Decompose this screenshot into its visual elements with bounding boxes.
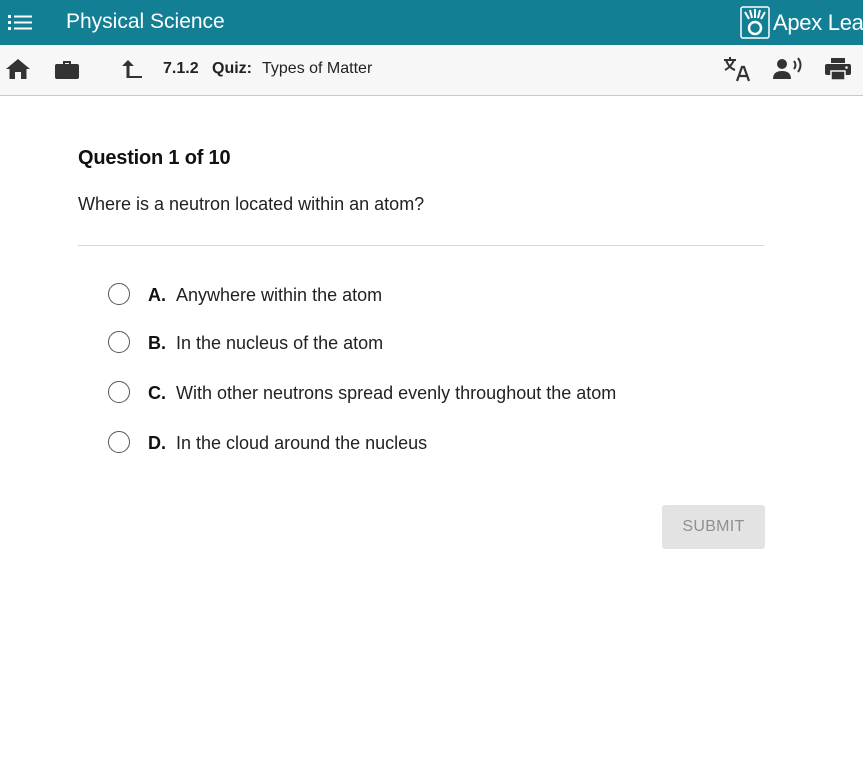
option-text: Anywhere within the atom	[176, 285, 383, 305]
home-icon[interactable]	[5, 57, 31, 81]
apex-logo-icon	[740, 6, 770, 39]
option-letter: A.	[148, 285, 166, 305]
lesson-name: Types of Matter	[262, 60, 373, 77]
print-icon[interactable]	[824, 57, 852, 81]
top-header: Physical Science Apex Lear	[0, 0, 863, 45]
option-letter: B.	[148, 333, 166, 353]
lesson-type: Quiz:	[212, 60, 252, 77]
submit-button[interactable]: SUBMIT	[662, 505, 765, 549]
option-letter: D.	[148, 433, 166, 453]
read-aloud-icon[interactable]	[772, 57, 804, 81]
up-arrow-icon[interactable]	[120, 57, 144, 81]
list-menu-icon[interactable]	[8, 12, 32, 32]
course-title: Physical Science	[66, 10, 225, 33]
divider	[78, 245, 764, 246]
radio-button[interactable]	[108, 431, 130, 453]
apex-logo[interactable]: Apex Lear	[740, 6, 863, 39]
question-text: Where is a neutron located within an ato…	[78, 194, 425, 214]
option-text: In the nucleus of the atom	[176, 333, 384, 353]
option-text: In the cloud around the nucleus	[176, 433, 428, 453]
lesson-number: 7.1.2	[163, 60, 199, 77]
logo-text: Apex Lear	[773, 10, 863, 35]
option-letter: C.	[148, 383, 166, 403]
briefcase-icon[interactable]	[54, 57, 80, 81]
radio-button[interactable]	[108, 381, 130, 403]
question-heading: Question 1 of 10	[78, 147, 231, 169]
radio-button[interactable]	[108, 283, 130, 305]
toolbar: 7.1.2 Quiz: Types of Matter	[0, 45, 863, 96]
option-text: With other neutrons spread evenly throug…	[176, 383, 617, 403]
translate-icon[interactable]	[722, 55, 752, 83]
radio-button[interactable]	[108, 331, 130, 353]
